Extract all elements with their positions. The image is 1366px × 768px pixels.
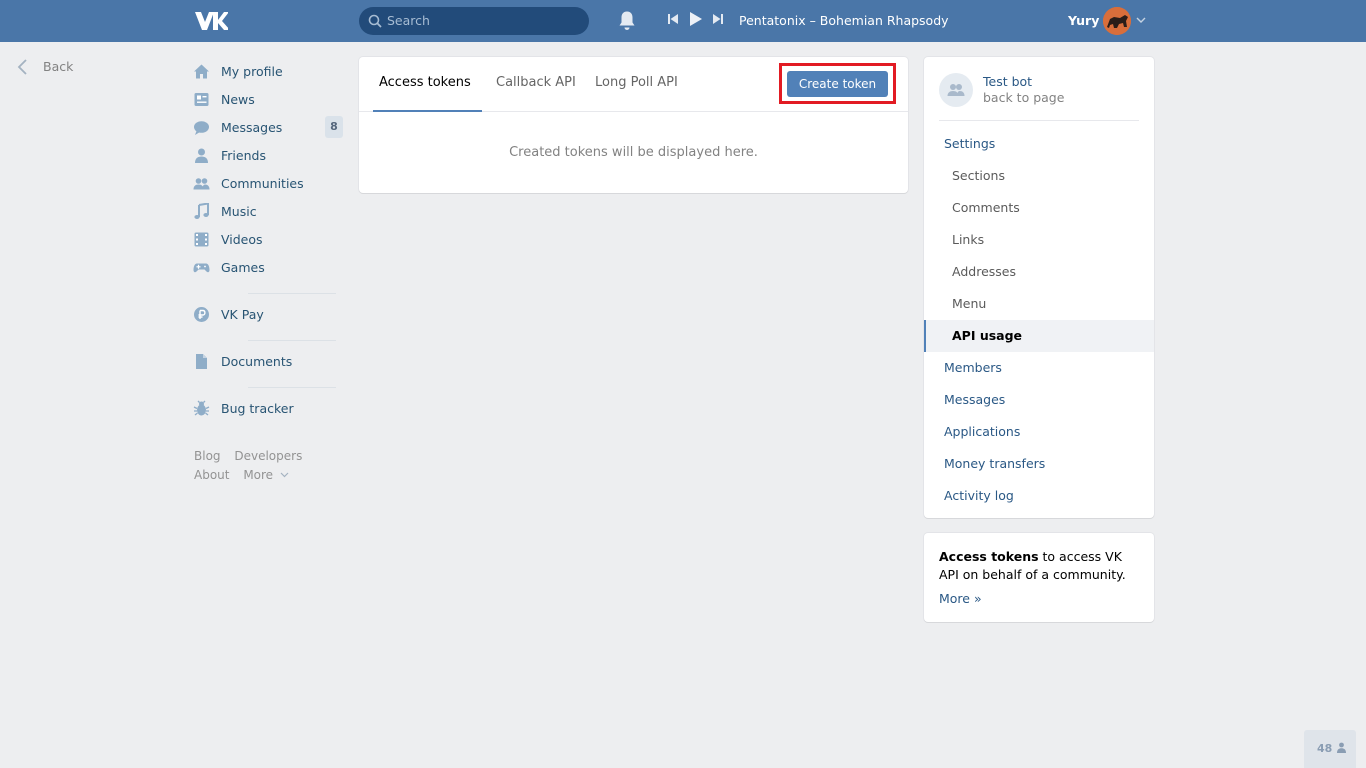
community-header[interactable]: Test bot back to page (939, 73, 1139, 121)
user-icon (1337, 742, 1346, 753)
back-to-page-link[interactable]: back to page (983, 90, 1064, 105)
sidebar-item-friends[interactable]: Friends (192, 144, 344, 172)
tab-long-poll-api[interactable]: Long Poll API (595, 75, 678, 90)
community-menu-list: Settings Sections Comments Links Address… (924, 128, 1154, 512)
menu-item-api-usage[interactable]: API usage (924, 320, 1154, 352)
menu-item-members[interactable]: Members (924, 352, 1154, 384)
access-tokens-info: Access tokens to access VK API on behalf… (924, 533, 1154, 622)
sidebar-item-vk-pay[interactable]: VK Pay (192, 303, 344, 331)
users-icon (947, 84, 965, 96)
search-icon (368, 14, 382, 28)
back-arrow-icon (17, 59, 27, 75)
left-sidebar: My profile News Messages 8 Friends Commu… (192, 60, 344, 425)
messages-icon (194, 121, 209, 135)
user-name[interactable]: Yury (1068, 13, 1099, 28)
tab-access-tokens[interactable]: Access tokens (379, 75, 471, 90)
community-menu: Test bot back to page Settings Sections … (924, 57, 1154, 518)
menu-item-messages[interactable]: Messages (924, 384, 1154, 416)
create-token-highlight: Create token (779, 63, 896, 104)
footer-link-blog[interactable]: Blog (194, 449, 221, 463)
footer-link-about[interactable]: About (194, 468, 229, 482)
now-playing-track[interactable]: Pentatonix – Bohemian Rhapsody (739, 13, 949, 28)
sidebar-item-my-profile[interactable]: My profile (192, 60, 344, 88)
info-more-link[interactable]: More » (939, 591, 982, 606)
sidebar-item-messages[interactable]: Messages 8 (192, 116, 344, 144)
info-text: Access tokens to access VK API on behalf… (939, 548, 1144, 584)
search-placeholder: Search (387, 13, 430, 28)
create-token-button[interactable]: Create token (787, 71, 888, 97)
footer-links: Blog Developers About More (194, 447, 334, 485)
sidebar-item-documents[interactable]: Documents (192, 350, 344, 378)
sidebar-item-games[interactable]: Games (192, 256, 344, 284)
notifications-bell-icon[interactable] (618, 11, 636, 31)
film-icon (194, 232, 209, 247)
menu-item-applications[interactable]: Applications (924, 416, 1154, 448)
online-count: 48 (1317, 742, 1333, 755)
footer-link-developers[interactable]: Developers (234, 449, 302, 463)
menu-item-menu[interactable]: Menu (924, 288, 1154, 320)
empty-tokens-message: Created tokens will be displayed here. (509, 145, 758, 160)
online-friends-counter[interactable]: 48 (1304, 730, 1356, 768)
menu-item-money-transfers[interactable]: Money transfers (924, 448, 1154, 480)
user-icon (195, 148, 208, 163)
messages-count-badge: 8 (325, 116, 343, 138)
bug-icon (193, 400, 210, 416)
menu-item-links[interactable]: Links (924, 224, 1154, 256)
menu-item-activity-log[interactable]: Activity log (924, 480, 1154, 512)
gamepad-icon (193, 263, 210, 273)
sidebar-item-news[interactable]: News (192, 88, 344, 116)
community-name: Test bot (983, 74, 1033, 89)
vk-pay-icon (194, 307, 209, 322)
sidebar-item-communities[interactable]: Communities (192, 172, 344, 200)
avatar (939, 73, 973, 107)
sidebar-divider (248, 293, 336, 294)
back-label: Back (43, 59, 74, 74)
previous-track-icon[interactable] (668, 13, 679, 25)
document-icon (196, 354, 207, 369)
play-icon[interactable] (690, 12, 702, 26)
menu-item-comments[interactable]: Comments (924, 192, 1154, 224)
news-icon (194, 93, 209, 106)
search-input[interactable]: Search (359, 7, 589, 35)
sidebar-item-bug-tracker[interactable]: Bug tracker (192, 397, 344, 425)
menu-item-sections[interactable]: Sections (924, 160, 1154, 192)
avatar[interactable] (1103, 7, 1131, 35)
music-icon (194, 203, 209, 219)
active-tab-indicator (373, 110, 482, 112)
menu-item-settings[interactable]: Settings (924, 128, 1154, 160)
chevron-down-icon (280, 472, 289, 478)
sidebar-item-music[interactable]: Music (192, 200, 344, 228)
vk-logo-icon[interactable] (194, 10, 228, 32)
avatar-image (1103, 7, 1131, 35)
top-header: Search Pentatonix – Bohemian Rhapsody Yu… (0, 0, 1366, 42)
tabs-bar: Access tokens Callback API Long Poll API… (359, 57, 908, 112)
sidebar-item-videos[interactable]: Videos (192, 228, 344, 256)
menu-item-addresses[interactable]: Addresses (924, 256, 1154, 288)
footer-link-more[interactable]: More (243, 468, 289, 482)
info-bold: Access tokens (939, 549, 1039, 564)
chevron-down-icon[interactable] (1136, 15, 1146, 25)
tab-callback-api[interactable]: Callback API (496, 75, 576, 90)
tokens-panel: Access tokens Callback API Long Poll API… (359, 57, 908, 193)
home-icon (194, 64, 209, 79)
sidebar-divider (248, 340, 336, 341)
users-icon (193, 178, 210, 190)
sidebar-divider (248, 387, 336, 388)
next-track-icon[interactable] (712, 13, 723, 25)
